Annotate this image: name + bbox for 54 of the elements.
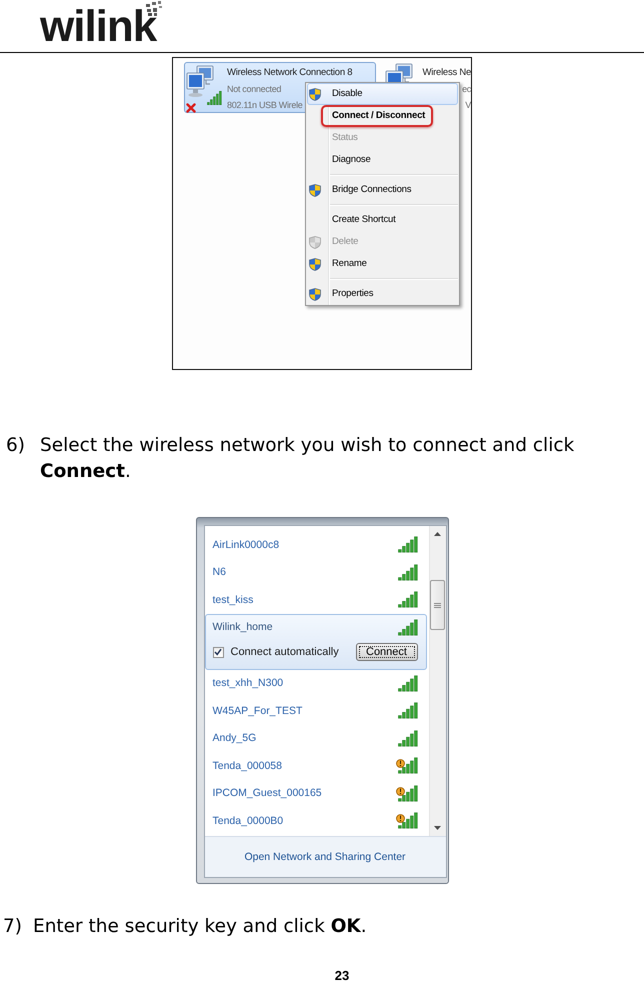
arrow-up-icon[interactable] — [434, 532, 441, 536]
menu-item[interactable]: Diagnose — [307, 149, 458, 171]
step-number: 7) — [3, 915, 23, 939]
shield-icon — [309, 236, 321, 248]
step-number: 6) — [6, 434, 26, 458]
network-item[interactable]: Tenda_000058 — [204, 752, 426, 780]
network-item[interactable]: Wilink_home Connect automatically Connect — [204, 614, 426, 670]
logo-text: wilink — [40, 5, 156, 49]
signal-bars-icon — [398, 702, 418, 719]
network-item[interactable]: AirLink0000c8 — [204, 531, 426, 558]
instruction-text: Enter the security key and click OK. — [33, 915, 368, 939]
menu-item[interactable]: Disable — [307, 83, 458, 105]
network-item[interactable]: test_kiss — [204, 586, 426, 614]
checkbox-label[interactable]: Connect automatically — [230, 646, 339, 658]
signal-bars-icon — [398, 675, 418, 692]
signal-bars-icon — [207, 91, 222, 105]
scrollbar-track[interactable] — [428, 526, 446, 836]
arrow-down-icon[interactable] — [434, 826, 441, 830]
adapter-name: 802.11n USB Wirele — [227, 99, 302, 112]
network-item[interactable]: IPCOM_Guest_000165 — [204, 780, 426, 807]
shield-icon — [309, 88, 321, 100]
connection-name: Wireless Ne — [422, 66, 471, 80]
shield-icon — [309, 288, 321, 300]
network-item[interactable]: W45AP_For_TEST — [204, 697, 426, 724]
signal-bars-icon — [398, 730, 418, 746]
signal-bars-icon — [398, 785, 418, 802]
connect-button[interactable]: Connect — [356, 643, 418, 662]
checkbox[interactable] — [212, 646, 224, 658]
scrollbar-thumb[interactable] — [430, 580, 445, 630]
text-fragment: ec — [462, 83, 471, 96]
signal-bars-icon — [398, 536, 418, 553]
signal-bars-icon — [398, 564, 418, 580]
shield-icon — [309, 184, 321, 196]
shield-icon — [309, 258, 321, 270]
grip-icon — [434, 602, 441, 608]
signal-bars-icon — [398, 812, 418, 829]
network-item[interactable]: test_xhh_N300 — [204, 670, 426, 697]
network-center-link[interactable]: Open Network and Sharing Center — [244, 851, 406, 863]
text-fragment: V — [465, 99, 471, 112]
instruction-text: Select the wireless network you wish to connect and click Connect. — [40, 434, 576, 484]
menu-item[interactable]: Bridge Connections — [307, 179, 458, 201]
signal-bars-icon — [398, 592, 418, 608]
signal-bars-icon — [398, 758, 418, 774]
network-item[interactable]: Tenda_0000B0 — [204, 807, 426, 834]
connection-name: Wireless Network Connection 8 — [227, 66, 352, 80]
network-item[interactable]: Andy_5G — [204, 724, 426, 752]
page-number: 23 — [334, 970, 350, 982]
tick-icon — [214, 648, 222, 656]
network-item[interactable]: N6 — [204, 558, 426, 586]
connection-status: Not connected — [227, 83, 282, 96]
menu-item[interactable]: Properties — [307, 283, 458, 305]
menu-item[interactable]: Create Shortcut — [307, 209, 458, 231]
signal-bars-icon — [398, 619, 418, 636]
menu-item[interactable]: Rename — [307, 253, 458, 275]
